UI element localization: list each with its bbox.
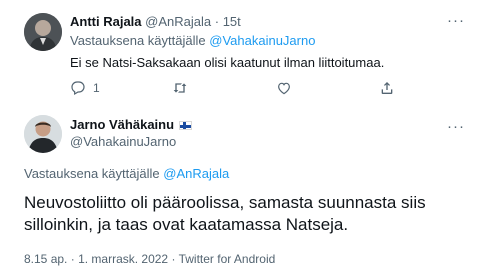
- more-dots-icon[interactable]: ···: [447, 12, 465, 29]
- heart-icon: [278, 82, 290, 95]
- author-name[interactable]: Jarno Vähäkainu: [70, 117, 174, 133]
- author-name[interactable]: Antti Rajala: [70, 14, 142, 29]
- replying-to-label: Vastauksena käyttäjälle: [24, 166, 160, 181]
- tweet-date[interactable]: 1. marrask. 2022: [78, 252, 168, 266]
- tweet-time[interactable]: 15t: [223, 14, 241, 29]
- tweet-source[interactable]: Twitter for Android: [179, 252, 276, 266]
- share-icon: [381, 82, 393, 94]
- separator: ·: [70, 252, 75, 266]
- author-handle[interactable]: @AnRajala: [145, 14, 211, 29]
- main-author-name[interactable]: Jarno Vähäkainu: [70, 117, 193, 133]
- avatar[interactable]: [24, 115, 62, 153]
- reply-tweet[interactable]: Antti Rajala @AnRajala · 15t ··· Vastauk…: [0, 0, 481, 106]
- reply-button[interactable]: 1: [70, 80, 100, 96]
- tweet-actions: 1: [70, 80, 470, 98]
- replying-to-handle[interactable]: @VahakainuJarno: [209, 33, 315, 48]
- share-button[interactable]: [379, 80, 395, 96]
- main-replying-to: Vastauksena käyttäjälle @AnRajala: [24, 166, 229, 182]
- separator: ·: [171, 252, 176, 266]
- retweet-icon: [173, 83, 187, 93]
- more-dots-icon[interactable]: ···: [447, 118, 465, 135]
- reply-icon: [71, 81, 85, 96]
- main-author-handle[interactable]: @VahakainuJarno: [70, 134, 176, 150]
- main-tweet-text: Neuvostoliitto oli pääroolissa, samasta …: [24, 193, 426, 234]
- retweet-button[interactable]: [172, 80, 195, 96]
- separator: ·: [214, 14, 220, 29]
- avatar[interactable]: [24, 13, 62, 51]
- replying-to-label: Vastauksena käyttäjälle: [70, 33, 206, 48]
- replying-to-handle[interactable]: @AnRajala: [163, 166, 229, 181]
- reply-count: 1: [93, 81, 100, 95]
- finland-flag-icon: [179, 120, 193, 130]
- replying-to: Vastauksena käyttäjälle @VahakainuJarno: [70, 33, 315, 49]
- tweet-metadata: 8.15 ap. · 1. marrask. 2022 · Twitter fo…: [24, 252, 275, 267]
- tweet-text: Ei se Natsi-Saksakaan olisi kaatunut ilm…: [70, 55, 385, 70]
- tweet-time[interactable]: 8.15 ap.: [24, 252, 67, 266]
- reply-tweet-header: Antti Rajala @AnRajala · 15t: [70, 14, 241, 30]
- like-button[interactable]: [276, 80, 299, 96]
